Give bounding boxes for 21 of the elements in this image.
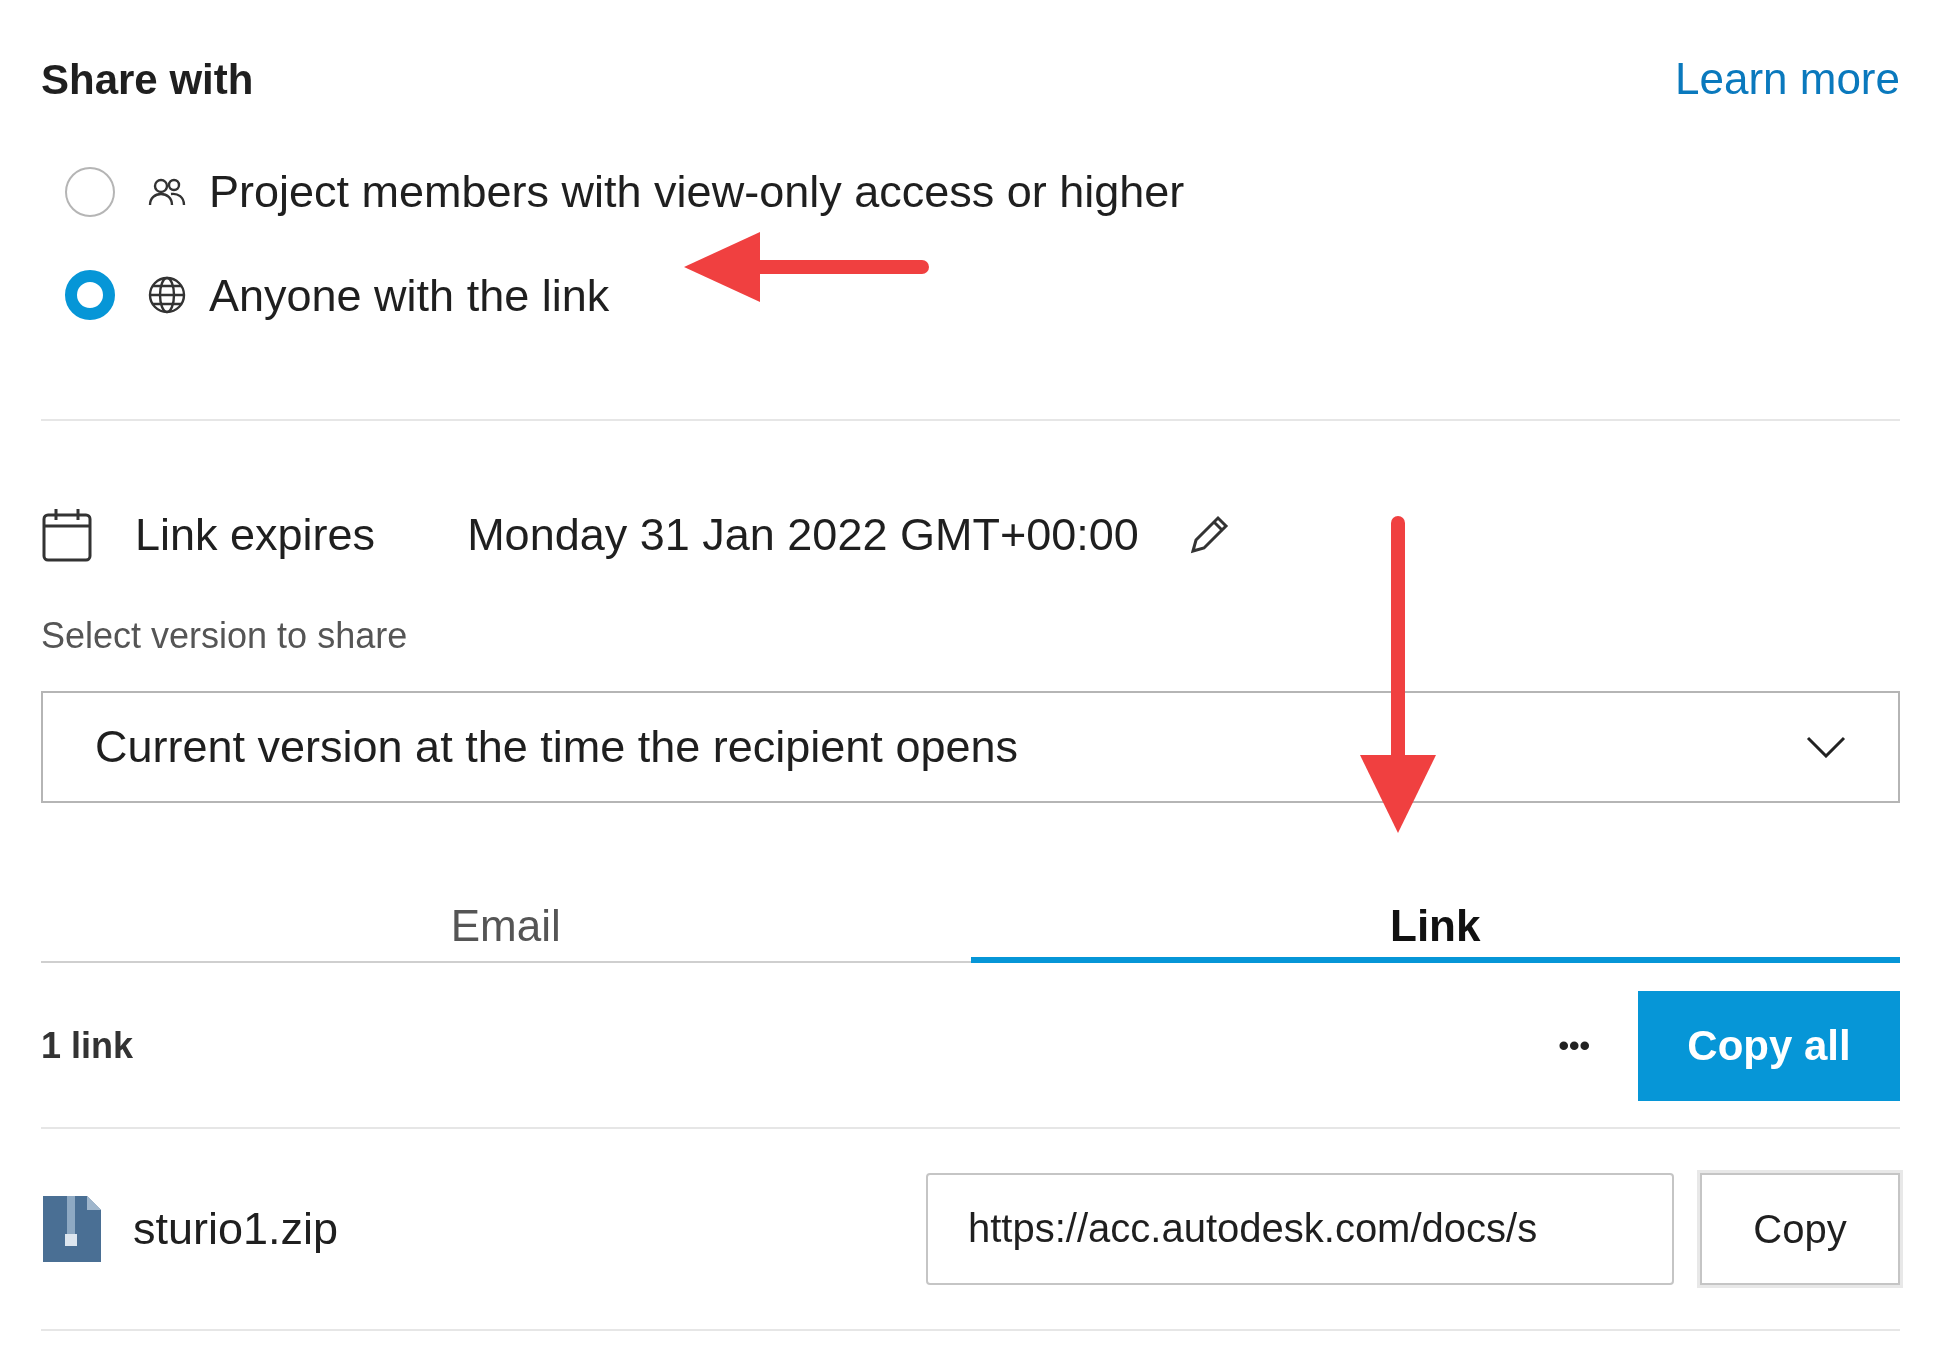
tab[interactable]: Link [970, 812, 1900, 963]
radio-button[interactable] [65, 270, 115, 321]
file-name: sturio1.zip [133, 1201, 339, 1256]
tab[interactable]: Email [41, 812, 971, 963]
option-label: Project members with view-only access or higher [209, 165, 1185, 219]
option-label: Anyone with the link [209, 268, 610, 323]
chevron-down-icon [1806, 735, 1846, 758]
link-count: 1 link [41, 1023, 134, 1068]
link-url-field[interactable]: https://acc.autodesk.com/docs/s [926, 1172, 1674, 1285]
version-dropdown[interactable]: Current version at the time the recipient opens [41, 690, 1900, 803]
zip-file-icon [41, 1193, 103, 1264]
more-options-button[interactable]: ••• [1546, 1023, 1602, 1068]
expiry-date: Monday 31 Jan 2022 GMT+00:00 [467, 508, 1139, 562]
learn-more-link[interactable]: Learn more [1675, 46, 1900, 112]
section-title: Share with [41, 54, 254, 105]
calendar-icon [41, 506, 93, 563]
globe-icon [147, 275, 187, 316]
field-label: Select version to share [41, 613, 409, 658]
radio-button[interactable] [65, 166, 115, 217]
expiry-label: Link expires [135, 508, 376, 562]
copy-button[interactable]: Copy [1700, 1172, 1900, 1285]
